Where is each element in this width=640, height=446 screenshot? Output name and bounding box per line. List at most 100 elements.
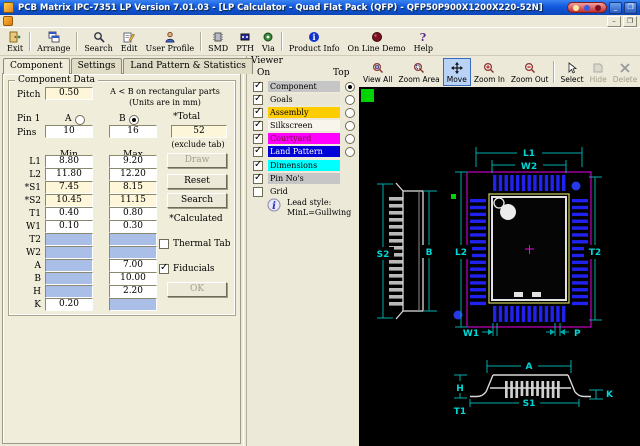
layer-top-radio[interactable] — [345, 134, 355, 144]
zoom-out-icon — [523, 61, 537, 74]
dim-b-max-field[interactable]: 10.00 — [109, 272, 157, 285]
dim-t2-min-field[interactable] — [45, 233, 93, 246]
pin1-option-a-radio[interactable] — [75, 115, 85, 125]
cascade-windows-icon — [48, 30, 60, 43]
viewer-tool-view-all[interactable]: View All — [360, 58, 395, 86]
toolbar-button-on-line-demo[interactable]: On Line Demo — [344, 29, 410, 54]
layer-visibility-checkbox[interactable] — [253, 161, 263, 171]
dim-w1-max-field[interactable]: 0.30 — [109, 220, 157, 233]
toolbar-button-exit[interactable]: Exit — [3, 29, 27, 54]
viewer-tool-move[interactable]: Move — [443, 58, 471, 86]
dim-l2-max-field[interactable]: 12.20 — [109, 168, 157, 181]
pins-b-field[interactable]: 16 — [109, 125, 157, 138]
toolbar-button-pth[interactable]: PTH — [232, 29, 258, 54]
dim-a-min-field[interactable] — [45, 259, 93, 272]
layer-visibility-checkbox[interactable] — [253, 121, 263, 131]
thermal-tab-checkbox[interactable] — [159, 239, 169, 249]
tab-land-pattern-statistics[interactable]: Land Pattern & Statistics — [123, 58, 253, 74]
online-demo-icon — [371, 30, 383, 43]
dim-s1-max-field[interactable]: 8.15 — [109, 181, 157, 194]
dim-h-max-field[interactable]: 2.20 — [109, 285, 157, 298]
mdi-restore-button[interactable]: ❐ — [623, 16, 637, 27]
viewer-tool-zoom-area[interactable]: Zoom Area — [395, 58, 442, 86]
toolbar-button-user-profile[interactable]: User Profile — [142, 29, 199, 54]
layer-color-label: Pin No's — [268, 173, 340, 184]
total-pins-field[interactable]: 52 — [171, 125, 227, 138]
dim-w1-min-field[interactable]: 0.10 — [45, 220, 93, 233]
fiducials-checkbox[interactable] — [159, 264, 169, 274]
dim-k-min-field[interactable]: 0.20 — [45, 298, 93, 311]
layer-color-label: Dimensions — [268, 160, 340, 171]
layer-visibility-checkbox[interactable] — [253, 187, 263, 197]
dim-w2-min-field[interactable] — [45, 246, 93, 259]
layer-top-radio[interactable] — [345, 95, 355, 105]
dim-l1-max-field[interactable]: 9.20 — [109, 155, 157, 168]
viewer-tool-zoom-in[interactable]: Zoom In — [471, 58, 508, 86]
toolbar-button-label: Via — [262, 44, 275, 53]
layer-visibility-checkbox[interactable] — [253, 82, 263, 92]
layer-top-radio[interactable] — [345, 121, 355, 131]
dim-k-max-field[interactable] — [109, 298, 157, 311]
dim-b-min-field[interactable] — [45, 272, 93, 285]
toolbar-button-via[interactable]: Via — [258, 29, 279, 54]
hide-icon — [592, 61, 604, 74]
toolbar-button-edit[interactable]: Edit — [117, 29, 142, 54]
search-button[interactable]: Search — [167, 193, 227, 208]
smd-component-icon — [212, 30, 224, 43]
layer-visibility-checkbox[interactable] — [253, 95, 263, 105]
minimize-button[interactable]: _ — [609, 2, 622, 14]
pitch-field[interactable]: 0.50 — [45, 87, 93, 100]
viewer-tool-delete: Delete — [610, 58, 640, 86]
toolbar-button-help[interactable]: ?Help — [410, 29, 437, 54]
dim-w2-max-field[interactable] — [109, 246, 157, 259]
layer-row-assembly: Assembly — [253, 107, 357, 119]
viewer-canvas[interactable]: S2 B — [359, 87, 640, 446]
dim-label-p: P — [574, 329, 581, 339]
reset-button[interactable]: Reset — [167, 174, 227, 189]
layer-top-radio[interactable] — [345, 147, 355, 157]
mdi-child-icon[interactable] — [3, 16, 13, 26]
viewer-tool-label: View All — [363, 75, 392, 84]
layer-visibility-checkbox[interactable] — [253, 147, 263, 157]
layer-top-radio[interactable] — [345, 108, 355, 118]
tab-settings[interactable]: Settings — [71, 58, 123, 74]
restore-button[interactable]: ❐ — [624, 2, 637, 14]
layer-color-label: Component — [268, 81, 340, 92]
toolbar-button-product-info[interactable]: iProduct Info — [285, 29, 344, 54]
window-skin-buttons[interactable] — [567, 2, 607, 13]
pin1-option-b-radio[interactable] — [129, 115, 139, 125]
dim-h-min-field[interactable] — [45, 285, 93, 298]
layer-visibility-checkbox[interactable] — [253, 174, 263, 184]
dim-l2-min-field[interactable]: 11.80 — [45, 168, 93, 181]
viewer-tool-select[interactable]: Select — [557, 58, 586, 86]
via-icon — [262, 30, 274, 43]
pin1-label: Pin 1 — [17, 114, 40, 124]
tab-component[interactable]: Component — [3, 58, 70, 74]
left-panel: ComponentSettingsLand Pattern & Statisti… — [0, 56, 243, 446]
toolbar-button-label: Arrange — [37, 44, 70, 53]
dim-s1-min-field[interactable]: 7.45 — [45, 181, 93, 194]
dim-l1-min-field[interactable]: 8.80 — [45, 155, 93, 168]
dim-label-k: K — [606, 390, 614, 400]
dim-t2-max-field[interactable] — [109, 233, 157, 246]
toolbar-button-search[interactable]: Search — [80, 29, 116, 54]
dim-s2-min-field[interactable]: 10.45 — [45, 194, 93, 207]
viewer-tool-zoom-out[interactable]: Zoom Out — [508, 58, 552, 86]
dim-s2-max-field[interactable]: 11.15 — [109, 194, 157, 207]
pins-a-field[interactable]: 10 — [45, 125, 93, 138]
layer-visibility-checkbox[interactable] — [253, 134, 263, 144]
layer-visibility-checkbox[interactable] — [253, 108, 263, 118]
package-side-view: S2 B — [373, 183, 438, 319]
layer-color-label: Grid — [268, 186, 340, 197]
dim-t1-max-field[interactable]: 0.80 — [109, 207, 157, 220]
viewer-tool-label: Hide — [590, 75, 607, 84]
dim-t1-min-field[interactable]: 0.40 — [45, 207, 93, 220]
layer-top-radio[interactable] — [345, 82, 355, 92]
toolbar-button-smd[interactable]: SMD — [204, 29, 232, 54]
toolbar-button-arrange[interactable]: Arrange — [33, 29, 74, 54]
dim-row-label: A — [9, 261, 41, 271]
mdi-minimize-button[interactable]: – — [607, 16, 621, 27]
skin-button-icon — [573, 5, 579, 11]
dim-row-label: L1 — [9, 157, 41, 167]
dim-a-max-field[interactable]: 7.00 — [109, 259, 157, 272]
